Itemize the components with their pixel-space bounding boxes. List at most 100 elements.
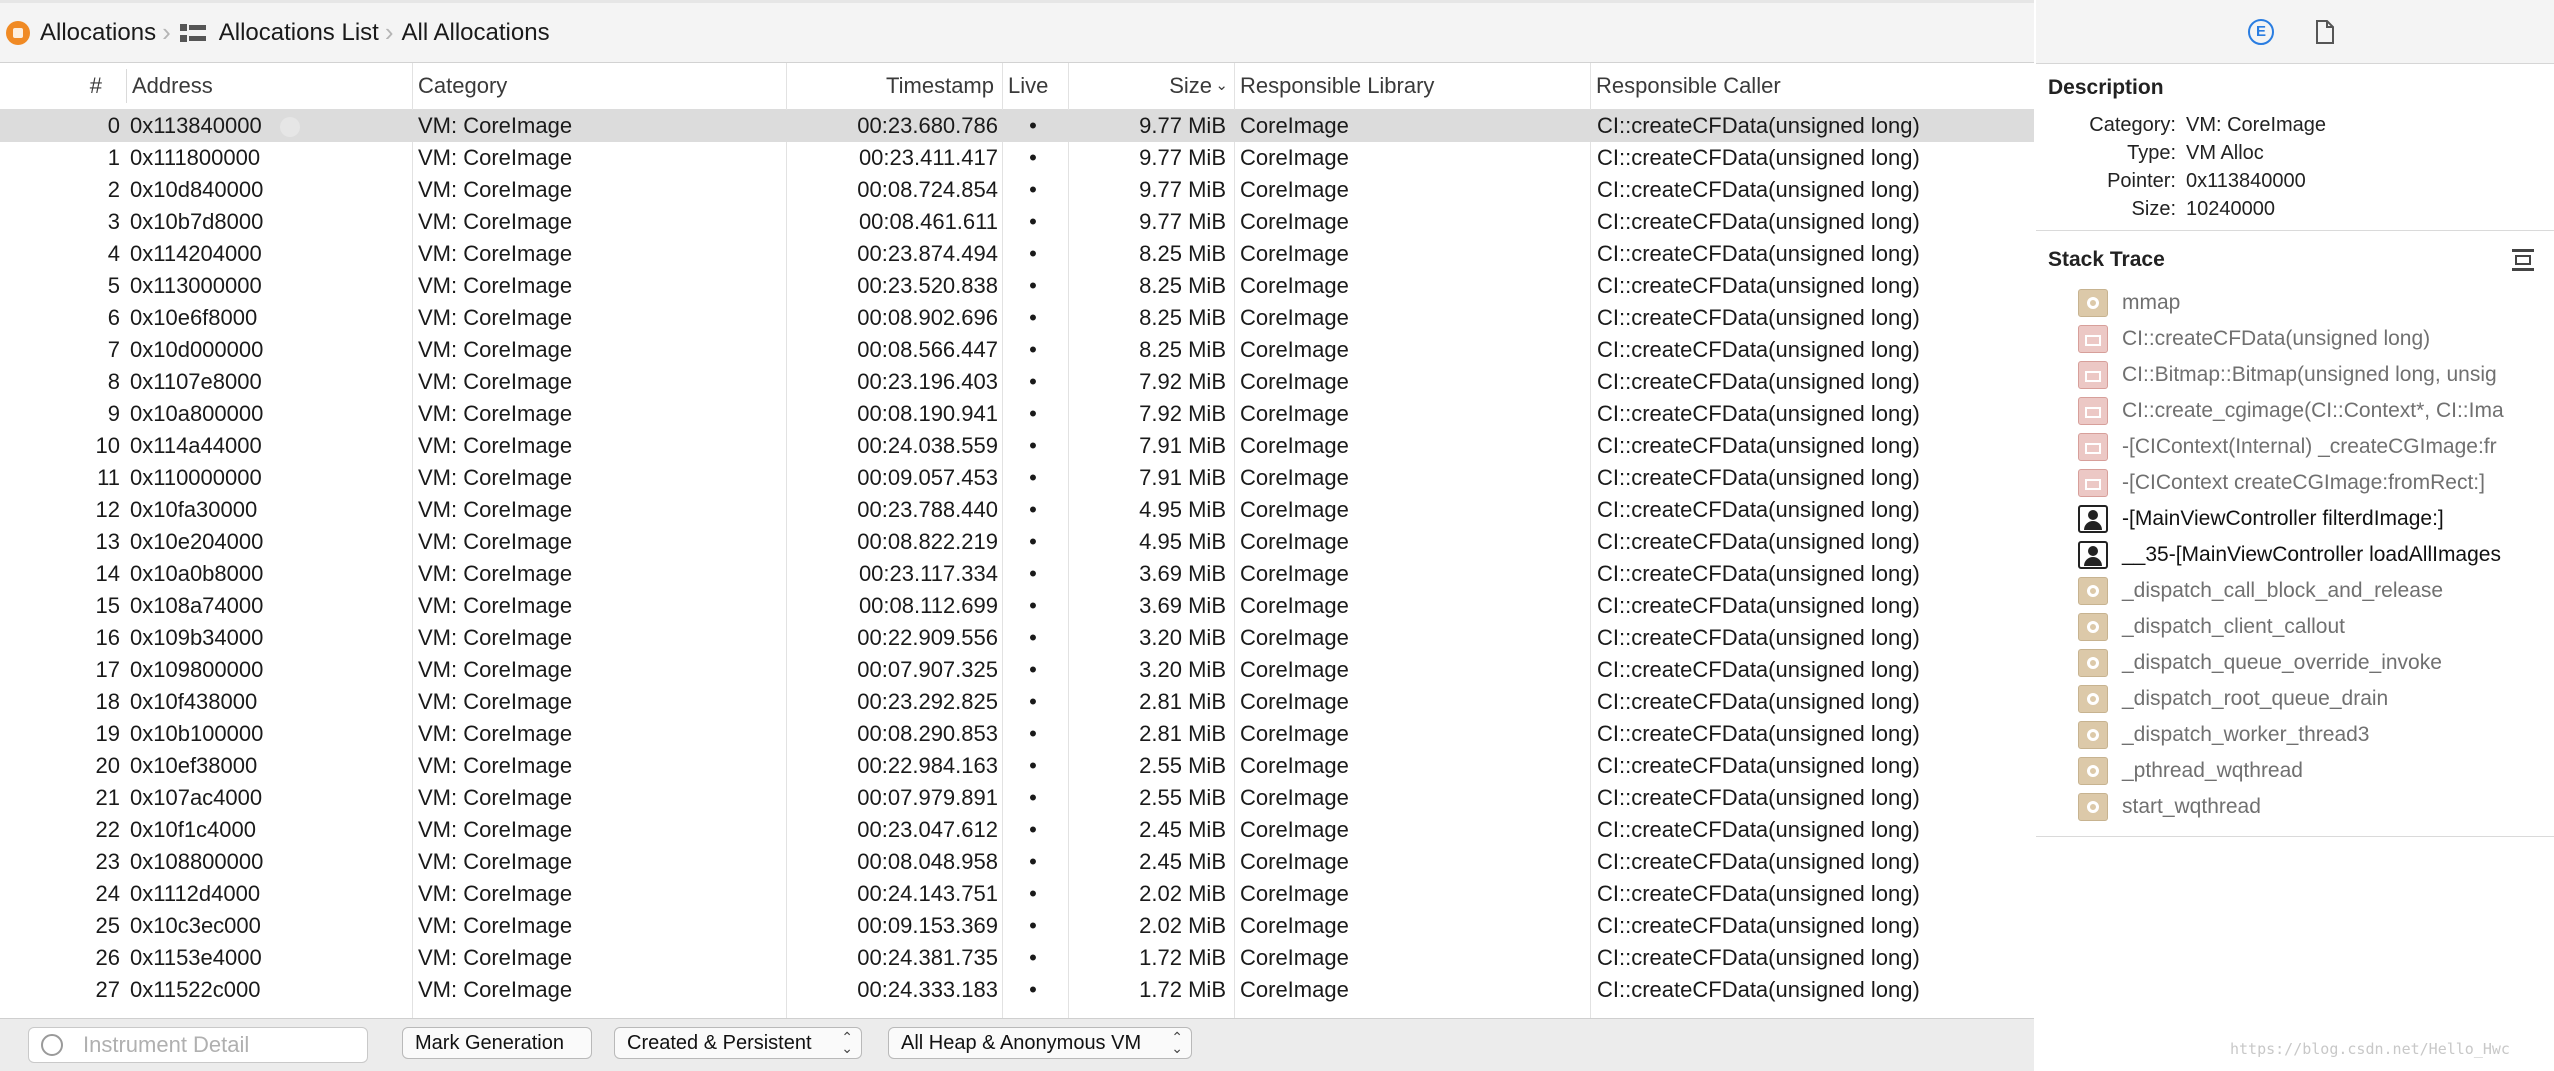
stack-frame[interactable]: start_wqthread [2078,790,2554,824]
row-live-indicator: • [1029,113,1037,138]
system-library-icon [2078,793,2108,821]
row-category: VM: CoreImage [418,881,573,906]
stack-frame[interactable]: _dispatch_worker_thread3 [2078,718,2554,752]
popup-chevron-icon: ⌃ ⌄ [841,1029,853,1056]
instrument-detail-placeholder: Instrument Detail [83,1032,250,1057]
table-row[interactable]: 13 0x10e204000 VM: CoreImage 00:08.822.219 •… [0,526,2034,558]
row-address: 0x10d840000 [130,177,264,202]
table-row[interactable]: 11 0x110000000 VM: CoreImage 00:09.057.453 •… [0,462,2034,494]
stack-frame[interactable]: _dispatch_queue_override_invoke [2078,646,2554,680]
row-category: VM: CoreImage [418,593,573,618]
row-library: CoreImage [1240,593,1349,618]
table-row[interactable]: 4 0x114204000 VM: CoreImage 00:23.874.494 • 8… [0,238,2034,270]
row-address: 0x109b34000 [130,625,264,650]
stack-frame[interactable]: CI::create_cgimage(CI::Context*, CI::Ima [2078,394,2554,428]
table-row[interactable]: 10 0x114a44000 VM: CoreImage 00:24.038.559 •… [0,430,2034,462]
stack-frame[interactable]: _pthread_wqthread [2078,754,2554,788]
row-size: 7.91 MiB [1139,465,1226,490]
stack-frame[interactable]: _dispatch_call_block_and_release [2078,574,2554,608]
column-header-library[interactable]: Responsible Library [1234,63,1590,109]
table-row[interactable]: 24 0x1112d4000 VM: CoreImage 00:24.143.751 •… [0,878,2034,910]
table-row[interactable]: 14 0x10a0b8000 VM: CoreImage 00:23.117.334 •… [0,558,2034,590]
section-divider [2036,230,2554,231]
table-row[interactable]: 19 0x10b100000 VM: CoreImage 00:08.290.853 •… [0,718,2034,750]
table-row[interactable]: 22 0x10f1c4000 VM: CoreImage 00:23.047.612 •… [0,814,2034,846]
stack-frame[interactable]: CI::Bitmap::Bitmap(unsigned long, unsig [2078,358,2554,392]
breadcrumb-instrument[interactable]: Allocations [0,3,156,62]
table-row[interactable]: 5 0x113000000 VM: CoreImage 00:23.520.838 • 8… [0,270,2034,302]
row-library: CoreImage [1240,465,1349,490]
table-row[interactable]: 12 0x10fa30000 VM: CoreImage 00:23.788.440 •… [0,494,2034,526]
table-row[interactable]: 27 0x11522c000 VM: CoreImage 00:24.333.183 •… [0,974,2034,1006]
stack-frame[interactable]: _dispatch_client_callout [2078,610,2554,644]
framework-icon [2078,469,2108,497]
row-live-indicator: • [1029,817,1037,842]
instrument-detail-filter[interactable]: Instrument Detail [28,1027,368,1063]
row-category: VM: CoreImage [418,305,573,330]
column-header-address[interactable]: Address [126,63,412,109]
stack-frame-symbol: _dispatch_client_callout [2122,615,2345,638]
mark-generation-button[interactable]: Mark Generation [402,1027,592,1059]
row-library: CoreImage [1240,881,1349,906]
table-row[interactable]: 0 0x113840000 VM: CoreImage 00:23.680.786 • 9… [0,110,2034,142]
breadcrumb-list[interactable]: Allocations List [179,3,379,62]
table-row[interactable]: 9 0x10a800000 VM: CoreImage 00:08.190.941 • 7… [0,398,2034,430]
table-row[interactable]: 18 0x10f438000 VM: CoreImage 00:23.292.825 •… [0,686,2034,718]
table-row[interactable]: 23 0x108800000 VM: CoreImage 00:08.048.958 •… [0,846,2034,878]
framework-icon [2078,397,2108,425]
table-row[interactable]: 15 0x108a74000 VM: CoreImage 00:08.112.699 •… [0,590,2034,622]
row-address: 0x108800000 [130,849,264,874]
table-row[interactable]: 8 0x1107e8000 VM: CoreImage 00:23.196.403 • 7… [0,366,2034,398]
column-header-timestamp[interactable]: Timestamp [786,63,1004,109]
stack-trace-options-icon[interactable] [2511,248,2535,272]
table-row[interactable]: 7 0x10d000000 VM: CoreImage 00:08.566.447 • 8… [0,334,2034,366]
row-caller: CI::createCFData(unsigned long) [1597,977,1920,1002]
column-header-live[interactable]: Live [1002,63,1068,109]
stack-frame-symbol: CI::Bitmap::Bitmap(unsigned long, unsig [2122,363,2497,386]
table-row[interactable]: 25 0x10c3ec000 VM: CoreImage 00:09.153.369 •… [0,910,2034,942]
extended-detail-icon[interactable]: E [2248,19,2274,45]
row-timestamp: 00:08.112.699 [858,593,998,618]
focus-arrow-icon[interactable] [279,117,300,138]
breadcrumb-current[interactable]: All Allocations [401,3,549,62]
description-value: VM: CoreImage [2186,114,2327,136]
column-header-size[interactable]: Size ⌄ [1068,63,1234,109]
table-row[interactable]: 3 0x10b7d8000 VM: CoreImage 00:08.461.611 • 9… [0,206,2034,238]
table-row[interactable]: 17 0x109800000 VM: CoreImage 00:07.907.325 •… [0,654,2034,686]
row-caller: CI::createCFData(unsigned long) [1597,913,1920,938]
stack-frame[interactable]: -[MainViewController filterdImage:] [2078,502,2554,536]
document-icon[interactable] [2316,20,2334,44]
row-caller: CI::createCFData(unsigned long) [1597,305,1920,330]
table-row[interactable]: 21 0x107ac4000 VM: CoreImage 00:07.979.891 •… [0,782,2034,814]
row-live-indicator: • [1029,657,1037,682]
row-library: CoreImage [1240,689,1349,714]
stack-frame[interactable]: _dispatch_root_queue_drain [2078,682,2554,716]
description-key: Pointer: [2107,170,2176,192]
column-header-category[interactable]: Category [412,63,786,109]
stack-frame[interactable]: -[CIContext(Internal) _createCGImage:fr [2078,430,2554,464]
user-code-icon [2078,505,2108,533]
table-row[interactable]: 20 0x10ef38000 VM: CoreImage 00:22.984.163 •… [0,750,2034,782]
row-size: 2.55 MiB [1139,785,1226,810]
table-row[interactable]: 6 0x10e6f8000 VM: CoreImage 00:08.902.696 • 8… [0,302,2034,334]
table-row[interactable]: 2 0x10d840000 VM: CoreImage 00:08.724.854 • 9… [0,174,2034,206]
allocation-type-popup[interactable]: All Heap & Anonymous VM ⌃ ⌄ [888,1027,1192,1059]
stack-frame[interactable]: -[CIContext createCGImage:fromRect:] [2078,466,2554,500]
row-library: CoreImage [1240,977,1349,1002]
row-category: VM: CoreImage [418,145,573,170]
row-size: 3.69 MiB [1139,561,1226,586]
row-library: CoreImage [1240,241,1349,266]
stack-frame[interactable]: mmap [2078,286,2554,320]
row-number: 24 [95,881,120,906]
table-row[interactable]: 16 0x109b34000 VM: CoreImage 00:22.909.556 •… [0,622,2034,654]
column-header-number[interactable]: # [0,63,108,109]
row-category: VM: CoreImage [418,529,573,554]
row-live-indicator: • [1029,913,1037,938]
stack-frame[interactable]: __35-[MainViewController loadAllImages [2078,538,2554,572]
table-row[interactable]: 26 0x1153e4000 VM: CoreImage 00:24.381.735 •… [0,942,2034,974]
row-size: 7.91 MiB [1139,433,1226,458]
lifespan-popup[interactable]: Created & Persistent ⌃ ⌄ [614,1027,862,1059]
table-row[interactable]: 1 0x111800000 VM: CoreImage 00:23.411.417 • 9… [0,142,2034,174]
column-header-caller[interactable]: Responsible Caller [1590,63,2034,109]
stack-frame[interactable]: CI::createCFData(unsigned long) [2078,322,2554,356]
